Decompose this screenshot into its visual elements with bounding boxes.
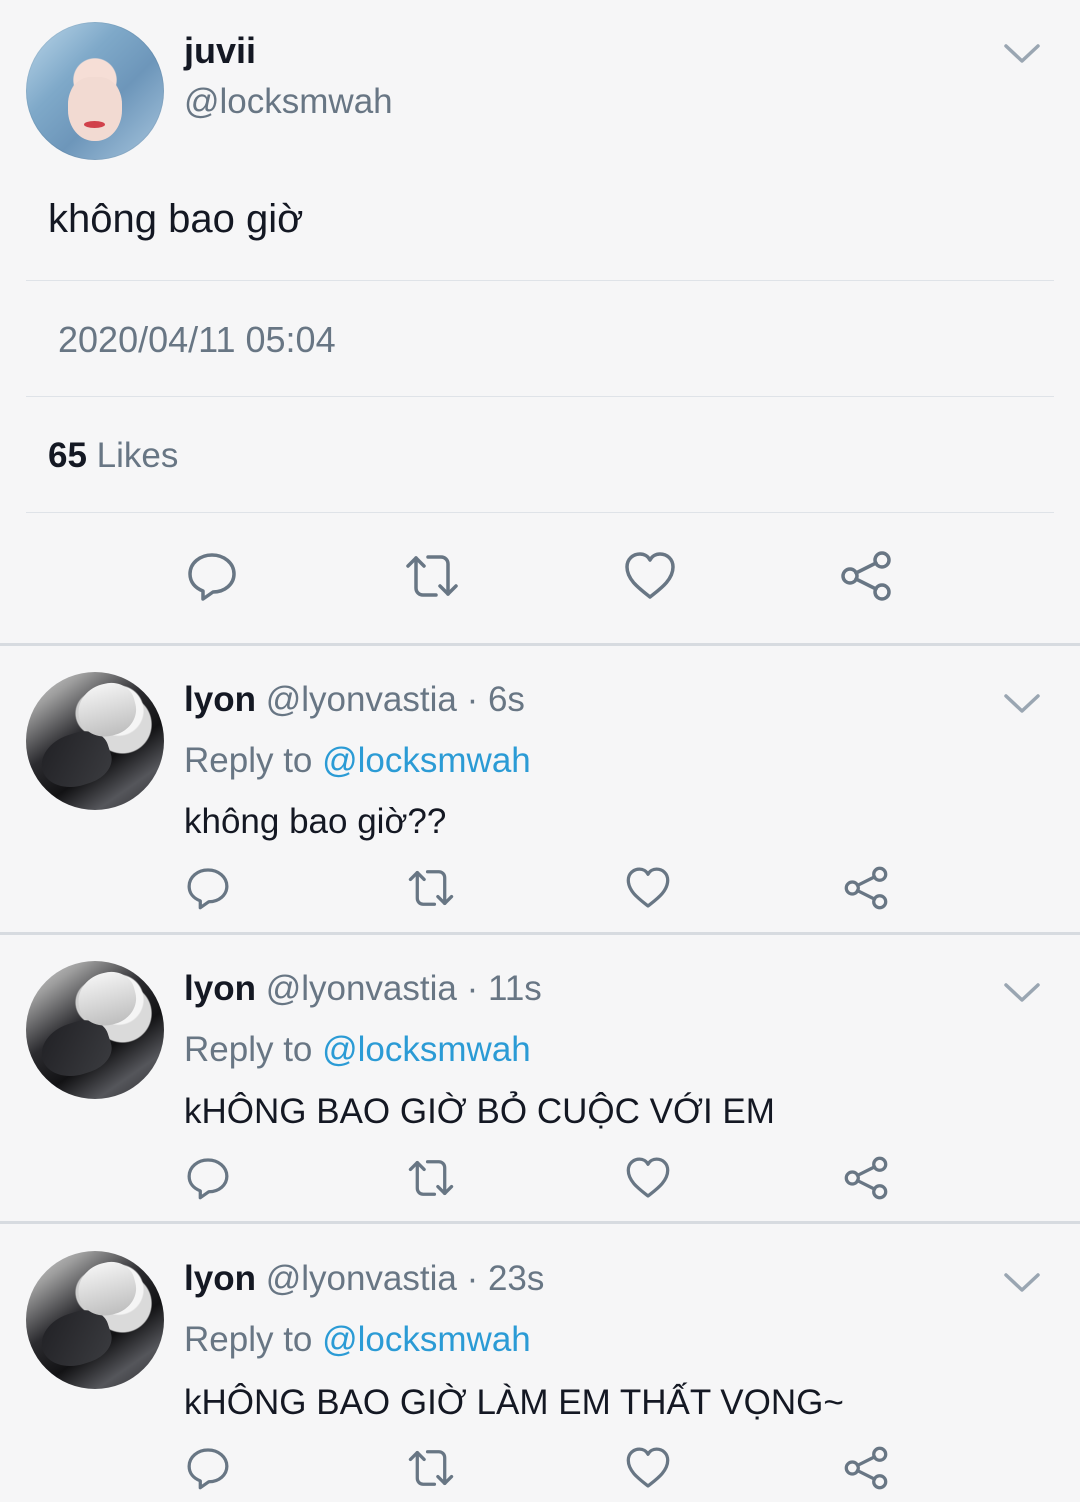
reply-time: · 11s [456, 969, 542, 1008]
retweet-icon[interactable] [403, 1444, 454, 1492]
reply-avatar[interactable] [26, 961, 164, 1099]
reply-to: Reply to @locksmwah [184, 741, 531, 781]
tweet-text: không bao giờ [48, 197, 304, 241]
share-icon[interactable] [842, 1154, 890, 1202]
heart-icon[interactable] [624, 864, 672, 912]
reply-header: lyon @lyonvastia · 23s [184, 1259, 544, 1299]
reply-avatar[interactable] [26, 672, 164, 810]
reply-to-label: Reply to [184, 1030, 323, 1069]
reply-header: lyon @lyonvastia · 6s [184, 680, 525, 720]
reply-display-name[interactable]: lyon [184, 1259, 256, 1298]
share-icon[interactable] [842, 864, 890, 912]
heart-icon[interactable] [622, 548, 678, 604]
reply-to: Reply to @locksmwah [184, 1320, 531, 1360]
likes-label: Likes [96, 436, 179, 475]
share-icon[interactable] [838, 548, 894, 604]
chevron-down-icon[interactable] [1002, 1268, 1042, 1296]
section-divider [0, 1221, 1080, 1224]
likes-count[interactable]: 65 Likes [48, 436, 178, 476]
author-display-name[interactable]: juvii [184, 30, 256, 72]
reply-handle[interactable]: @lyonvastia [266, 1259, 457, 1298]
retweet-icon[interactable] [403, 864, 454, 912]
reply-display-name[interactable]: lyon [184, 680, 256, 719]
reply-display-name[interactable]: lyon [184, 969, 256, 1008]
likes-number: 65 [48, 436, 87, 475]
reply-text: không bao giờ?? [184, 802, 447, 841]
divider [26, 396, 1054, 397]
tweet-timestamp: 2020/04/11 05:04 [58, 319, 336, 360]
heart-icon[interactable] [624, 1154, 672, 1202]
reply-to: Reply to @locksmwah [184, 1030, 531, 1070]
divider [26, 280, 1054, 281]
chevron-down-icon[interactable] [1002, 978, 1042, 1006]
reply-time: · 23s [456, 1259, 545, 1298]
share-icon[interactable] [842, 1444, 890, 1492]
reply-to-handle[interactable]: @locksmwah [322, 1030, 531, 1069]
divider [26, 512, 1054, 513]
chevron-down-icon[interactable] [1002, 689, 1042, 717]
reply-avatar[interactable] [26, 1251, 164, 1389]
reply-icon[interactable] [184, 1154, 232, 1202]
reply-to-handle[interactable]: @locksmwah [322, 1320, 531, 1359]
reply-text: kHÔNG BAO GIỜ LÀM EM THẤT VỌNG~ [184, 1383, 844, 1422]
reply-header: lyon @lyonvastia · 11s [184, 969, 542, 1009]
reply-to-label: Reply to [184, 1320, 323, 1359]
reply-icon[interactable] [184, 864, 232, 912]
heart-icon[interactable] [624, 1444, 672, 1492]
reply-handle[interactable]: @lyonvastia [266, 680, 457, 719]
reply-text: kHÔNG BAO GIỜ BỎ CUỘC VỚI EM [184, 1092, 775, 1131]
reply-icon[interactable] [184, 548, 240, 604]
retweet-icon[interactable] [400, 548, 458, 604]
reply-time: · 6s [456, 680, 525, 719]
section-divider [0, 932, 1080, 935]
section-divider [0, 643, 1080, 646]
retweet-icon[interactable] [403, 1154, 454, 1202]
reply-to-handle[interactable]: @locksmwah [322, 741, 531, 780]
reply-handle[interactable]: @lyonvastia [266, 969, 457, 1008]
reply-to-label: Reply to [184, 741, 323, 780]
chevron-down-icon[interactable] [1002, 39, 1042, 67]
reply-icon[interactable] [184, 1444, 232, 1492]
author-avatar[interactable] [26, 22, 164, 160]
author-handle[interactable]: @locksmwah [184, 82, 393, 122]
